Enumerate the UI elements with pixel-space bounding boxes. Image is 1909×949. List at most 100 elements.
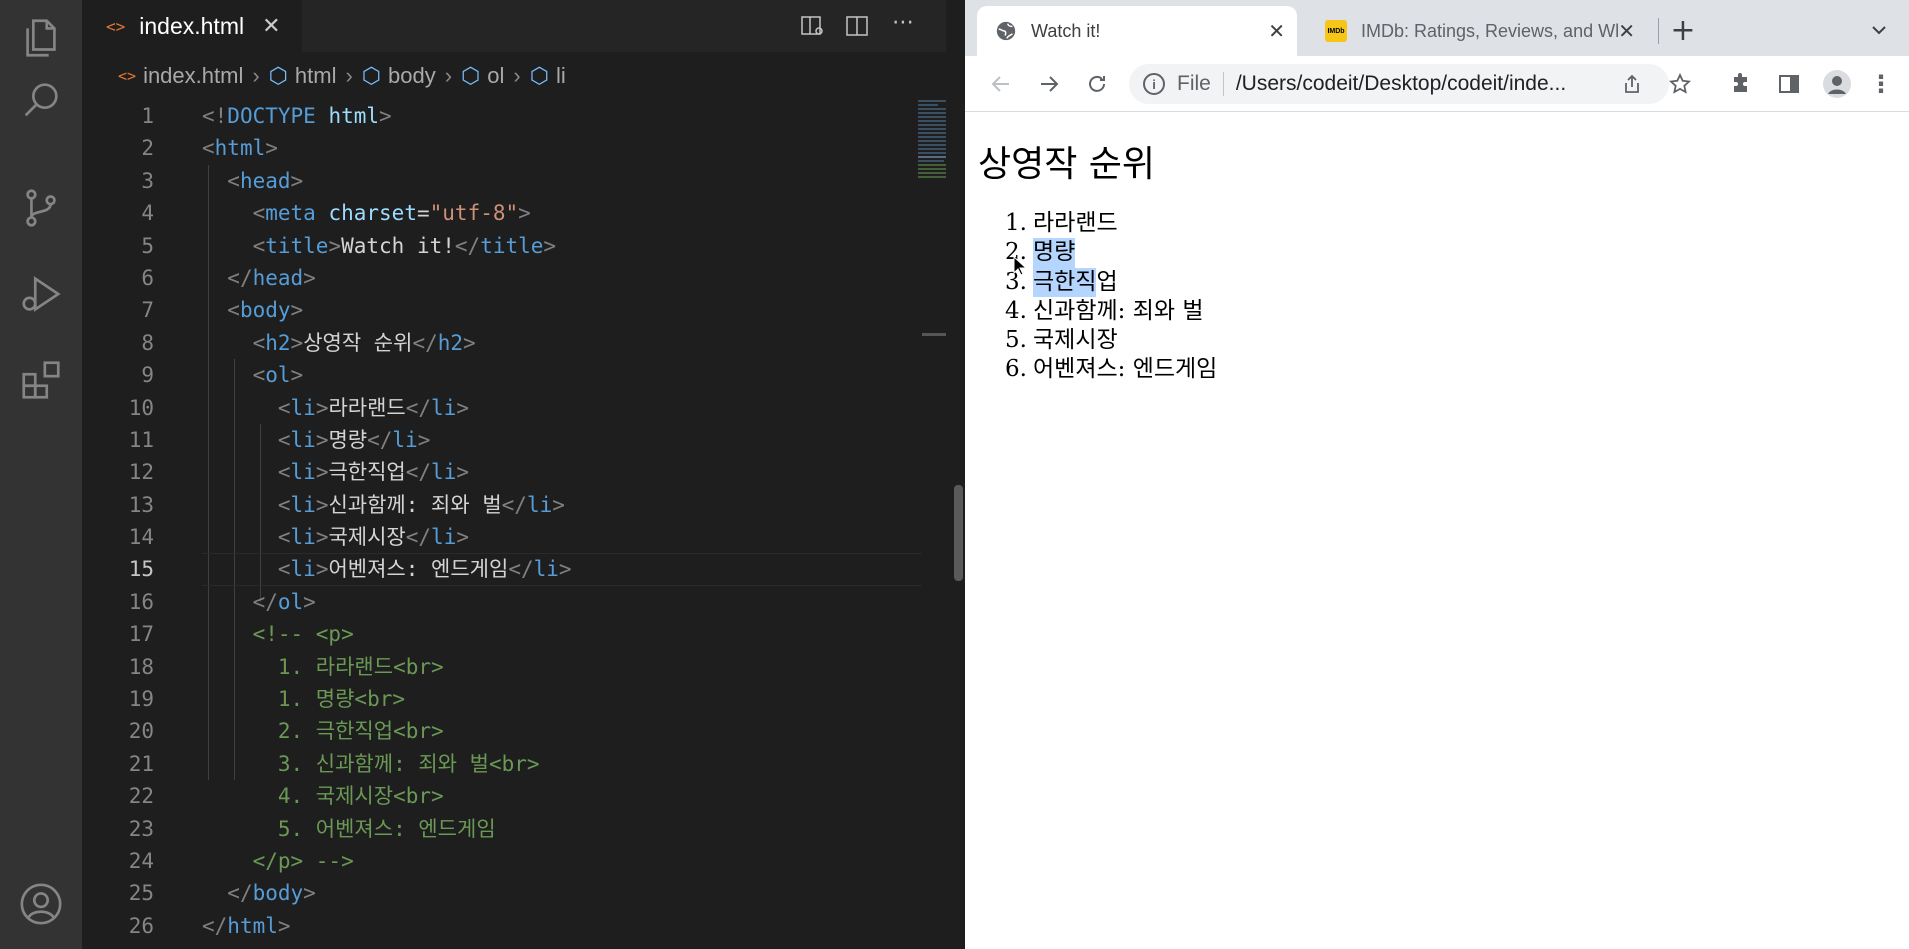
close-icon[interactable]: ✕: [1268, 19, 1285, 44]
tab-title: IMDb: Ratings, Reviews, and Where to Wat…: [1361, 20, 1618, 41]
breadcrumb-item-file[interactable]: <> index.html: [118, 63, 243, 89]
tab-label: index.html: [139, 12, 245, 39]
account-icon[interactable]: [17, 880, 65, 928]
breadcrumb-item-li[interactable]: ⬡ li: [530, 63, 566, 89]
new-tab-button[interactable]: +: [1667, 13, 1699, 48]
code-line: <ol>: [252, 363, 304, 388]
browser-tab-watch-it[interactable]: Watch it! ✕: [977, 6, 1297, 56]
tab-index-html[interactable]: <> index.html ✕: [82, 0, 302, 52]
line-number: 10: [128, 395, 154, 420]
more-actions-icon[interactable]: ⋯: [888, 8, 918, 36]
breadcrumb-item-ol[interactable]: ⬡ ol: [461, 63, 504, 89]
list-item: 6. 어벤져스: 엔드게임: [1005, 356, 1218, 383]
share-icon[interactable]: [1617, 68, 1647, 100]
breadcrumb: <> index.html › ⬡ html › ⬡ body › ⬡ ol ›…: [82, 52, 946, 100]
open-preview-icon[interactable]: [798, 12, 828, 40]
activity-bar: [0, 0, 82, 949]
chevron-right-icon: ›: [513, 63, 521, 88]
line-number: 20: [128, 719, 154, 744]
address-bar[interactable]: i File /Users/codeit/Desktop/codeit/inde…: [1129, 64, 1669, 104]
breadcrumb-label: index.html: [143, 63, 244, 88]
code-line: <h2>상영작 순위</h2>: [252, 330, 476, 355]
profile-avatar-icon[interactable]: [1821, 68, 1853, 100]
url-text[interactable]: /Users/codeit/Desktop/codeit/inde...: [1236, 72, 1596, 96]
code-line: <li>극한직업</li>: [277, 460, 469, 485]
code-line-comment: <!-- <p>: [252, 622, 354, 647]
imdb-logo-icon: IMDb: [1325, 20, 1347, 42]
code-line-comment: 1. 라라랜드<br>: [277, 654, 444, 679]
vscode-window: <> index.html ✕ ⋯ <> index.html › ⬡ html…: [0, 0, 973, 949]
extensions-puzzle-icon[interactable]: [1725, 68, 1757, 100]
tab-title: Watch it!: [1031, 20, 1101, 41]
scrollbar-thumb[interactable]: [954, 485, 963, 581]
code-line: <body>: [227, 298, 304, 323]
line-number: 19: [128, 687, 154, 712]
list-item: 2. 명량: [1005, 238, 1217, 268]
line-number: 16: [128, 589, 154, 614]
list-item: 1. 라라랜드: [1005, 210, 1118, 236]
forward-arrow-icon[interactable]: [1033, 68, 1065, 100]
symbol-field-icon: ⬡: [461, 63, 481, 88]
code-line-comment: 4. 국제시장<br>: [277, 784, 444, 809]
code-line-comment: 1. 명량<br>: [277, 687, 406, 712]
split-editor-icon[interactable]: [842, 12, 872, 40]
line-number: 11: [128, 427, 154, 452]
html-file-icon: <>: [118, 67, 137, 85]
line-number: 17: [128, 622, 154, 647]
browser-tab-imdb[interactable]: IMDb IMDb: Ratings, Reviews, and Where t…: [1307, 6, 1647, 56]
code-line: </html>: [202, 913, 291, 938]
explorer-icon[interactable]: [17, 14, 65, 62]
line-number-gutter: 1 2 3 4 5 6 7 8 9 10 11 12 13 14 15 16 1…: [82, 100, 154, 949]
editor-tab-bar: <> index.html ✕ ⋯: [82, 0, 946, 52]
line-number: 7: [141, 298, 154, 323]
symbol-field-icon: ⬡: [361, 63, 381, 88]
extensions-icon[interactable]: [17, 356, 65, 404]
code-editor[interactable]: 1 2 3 4 5 6 7 8 9 10 11 12 13 14 15 16 1…: [82, 100, 973, 949]
line-number: 9: [141, 363, 154, 388]
line-number: 25: [128, 881, 154, 906]
close-icon[interactable]: ✕: [1618, 19, 1635, 44]
chevron-right-icon: ›: [345, 63, 353, 88]
reload-icon[interactable]: [1081, 68, 1113, 100]
info-icon[interactable]: i: [1143, 73, 1165, 95]
code-line: <li>라라랜드</li>: [277, 395, 469, 420]
code-line: <!DOCTYPE html>: [202, 104, 392, 128]
symbol-field-icon: ⬡: [268, 63, 288, 88]
code-line: </ol>: [252, 589, 316, 614]
line-number: 26: [128, 913, 154, 938]
side-panel-icon[interactable]: [1773, 68, 1805, 100]
breadcrumb-item-body[interactable]: ⬡ body: [362, 63, 436, 89]
line-number-current: 15: [128, 557, 154, 582]
line-number: 5: [141, 233, 154, 258]
kebab-menu-icon[interactable]: ⋮: [1869, 68, 1893, 100]
line-number: 2: [141, 136, 154, 161]
source-control-icon[interactable]: [17, 184, 65, 232]
line-number: 27: [82, 942, 154, 949]
breadcrumb-item-html[interactable]: ⬡ html: [269, 63, 337, 89]
line-number: 12: [128, 460, 154, 485]
close-icon[interactable]: ✕: [262, 14, 280, 39]
back-arrow-icon[interactable]: [985, 68, 1017, 100]
ranking-list: 1. 라라랜드 2. 명량 3. 극한직 업 4. 신과함께: 죄와 벌 5. 국제시장 6…: [1005, 209, 1217, 385]
code-line: </body>: [227, 881, 316, 906]
list-item: 3. 극한직 업: [1005, 267, 1217, 297]
scheme-label: File: [1177, 72, 1211, 95]
code-lines[interactable]: <!DOCTYPE html> <html> <head> <meta char…: [202, 100, 922, 942]
list-item: 4. 신과함께: 죄와 벌: [1005, 297, 1204, 324]
browser-tab-strip: Watch it! ✕ IMDb IMDb: Ratings, Reviews,…: [965, 0, 1909, 56]
code-line-comment: 5. 어벤져스: 엔드게임: [277, 816, 496, 841]
code-line-comment: 2. 극한직업<br>: [277, 719, 444, 744]
bookmark-star-icon[interactable]: [1665, 68, 1695, 100]
search-icon[interactable]: [17, 76, 65, 124]
code-line: <head>: [227, 168, 304, 193]
line-number: 4: [141, 201, 154, 226]
code-line: <li>국제시장</li>: [277, 525, 469, 550]
chevron-down-icon[interactable]: [1865, 16, 1893, 44]
line-number: 1: [141, 104, 154, 128]
line-number: 22: [128, 784, 154, 809]
breadcrumb-label: ol: [487, 63, 505, 88]
page-heading: 상영작 순위: [978, 144, 1156, 185]
omnibox-divider: [1222, 72, 1224, 96]
run-debug-icon[interactable]: [17, 270, 65, 318]
globe-icon: [996, 21, 1016, 41]
